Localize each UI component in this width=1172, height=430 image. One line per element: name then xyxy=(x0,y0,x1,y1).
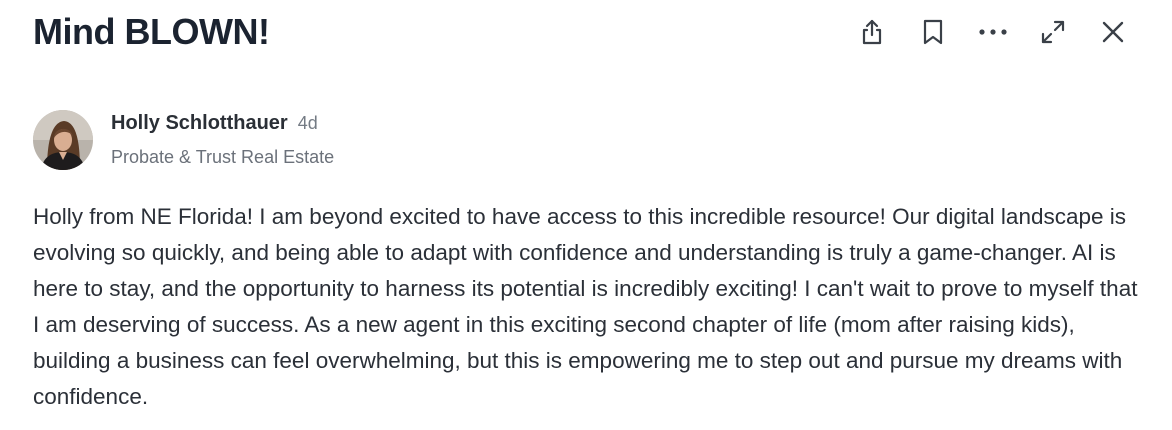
post-age: 4d xyxy=(297,113,318,133)
author-name[interactable]: Holly Schlotthauer xyxy=(111,112,288,134)
close-button[interactable] xyxy=(1091,14,1135,50)
author-name-line: Holly Schlotthauer 4d xyxy=(111,112,318,135)
post-title: Mind BLOWN! xyxy=(33,11,270,52)
close-icon xyxy=(1102,21,1124,43)
expand-button[interactable] xyxy=(1031,14,1075,50)
more-options-button[interactable] xyxy=(971,14,1015,50)
expand-icon xyxy=(1041,20,1065,44)
author-subtitle: Probate & Trust Real Estate xyxy=(111,147,335,167)
share-button[interactable] xyxy=(850,14,894,50)
more-icon xyxy=(979,29,1007,35)
bookmark-button[interactable] xyxy=(911,14,955,50)
avatar[interactable] xyxy=(33,110,93,170)
post-body: Holly from NE Florida! I am beyond excit… xyxy=(33,204,1138,409)
share-icon xyxy=(862,19,882,45)
post-toolbar xyxy=(850,14,1140,50)
bookmark-icon xyxy=(923,19,943,45)
